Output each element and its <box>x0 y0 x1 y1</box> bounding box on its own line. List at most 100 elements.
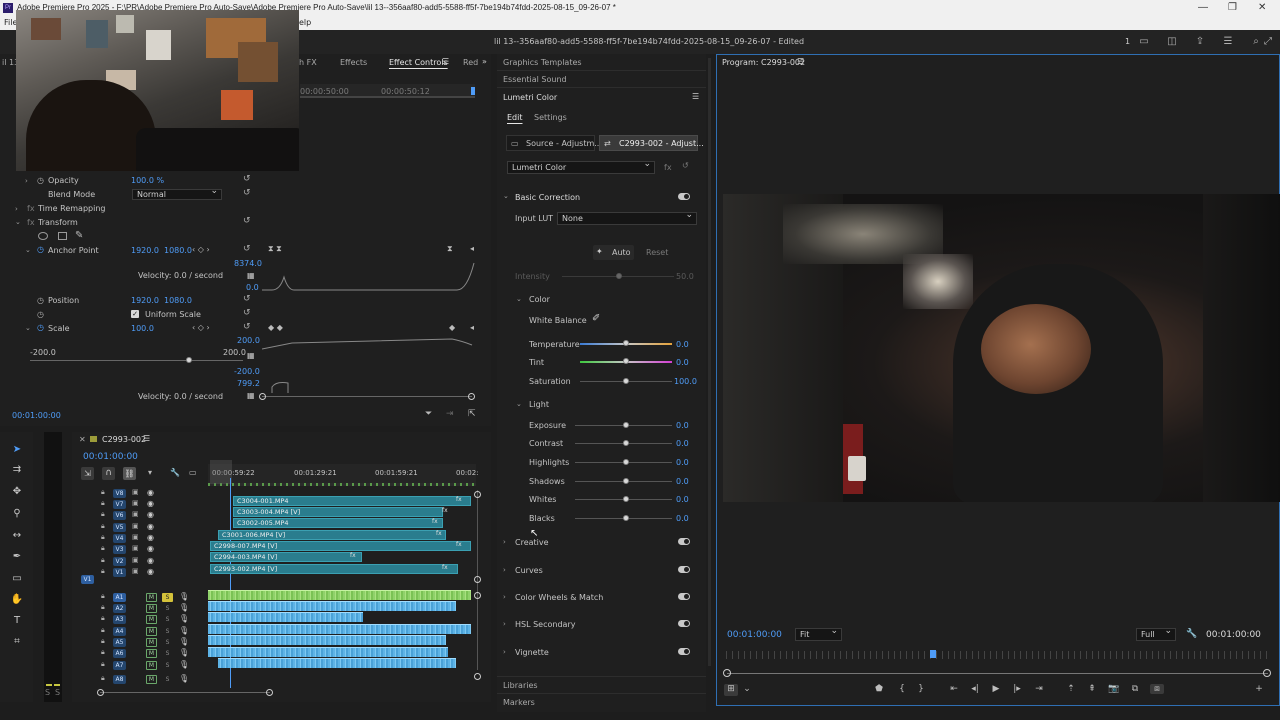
sync-lock-icon[interactable]: ▣ <box>132 510 139 518</box>
video-track-label[interactable]: V3 <box>113 545 126 554</box>
tab-lumetri-settings[interactable]: Settings <box>534 113 567 122</box>
comparison-view-icon[interactable]: ⧉ <box>1128 684 1142 694</box>
opacity-expand-icon[interactable]: › <box>25 177 28 185</box>
hscroll-handle-right[interactable] <box>266 689 273 696</box>
solo-left-icon[interactable]: S <box>45 688 50 697</box>
vignette-label[interactable]: Vignette <box>515 648 549 657</box>
anchor-reset-icon[interactable]: ↺ <box>243 244 251 254</box>
track-lock-icon[interactable]: 🔒︎ <box>101 567 105 576</box>
scale-reset-icon[interactable]: ↺ <box>243 322 251 332</box>
ec-current-time[interactable]: 00:01:00:00 <box>12 411 61 420</box>
menu-help[interactable]: elp <box>299 18 311 27</box>
lumetri-reset-icon[interactable]: ↺ <box>682 161 689 170</box>
audio-clip-a1[interactable] <box>208 590 471 600</box>
mute-track-button[interactable]: M <box>146 593 157 602</box>
proxy-toggle-icon[interactable]: ⧈ <box>1150 684 1164 694</box>
scale-value-graph[interactable] <box>262 335 476 395</box>
lumetri-title[interactable]: Lumetri Color <box>503 93 557 102</box>
shadows-value[interactable]: 0.0 <box>676 477 689 486</box>
voiceover-mic-icon[interactable]: 🎙︎ <box>179 592 189 601</box>
curves-expand-icon[interactable]: › <box>503 566 506 574</box>
auto-button[interactable]: ✦ Auto <box>593 245 634 260</box>
blend-mode-select[interactable]: Normal <box>132 187 222 200</box>
audio-track-label[interactable]: A7 <box>113 661 126 670</box>
eye-icon[interactable]: ◉ <box>147 556 154 565</box>
tab-libraries[interactable]: Libraries <box>503 681 538 690</box>
video-track-label[interactable]: V7 <box>113 500 126 509</box>
tab-effects[interactable]: Effects <box>340 58 367 67</box>
exposure-value[interactable]: 0.0 <box>676 421 689 430</box>
tab-markers[interactable]: Markers <box>503 698 535 707</box>
anchor-x-value[interactable]: 1920.0 <box>131 246 159 255</box>
voiceover-mic-icon[interactable]: 🎙︎ <box>179 637 189 646</box>
solo-track-button[interactable]: S <box>162 675 173 684</box>
solo-track-button[interactable]: S <box>162 649 173 658</box>
scale-slider-knob[interactable] <box>186 357 192 363</box>
scale-graph-icon[interactable]: ▦ <box>247 351 255 360</box>
timeline-horizontal-scroll-track[interactable] <box>100 692 270 693</box>
go-to-in-icon[interactable]: ⇤ <box>947 684 961 694</box>
lumetri-effect-select[interactable]: Lumetri Color <box>507 159 655 174</box>
captions-icon[interactable]: ▭ <box>189 468 197 477</box>
basic-correction-label[interactable]: Basic Correction <box>515 193 580 202</box>
linked-select-icon[interactable]: ⛓ <box>123 467 136 480</box>
ec-zoom-start-handle[interactable] <box>259 393 266 400</box>
scale-graph-icon-2[interactable]: ▦ <box>247 391 255 400</box>
temperature-knob[interactable] <box>623 340 629 346</box>
audio-clip-a4[interactable] <box>208 624 471 634</box>
close-sequence-icon[interactable]: ✕ <box>79 435 86 444</box>
minimize-icon[interactable]: — <box>1198 2 1208 13</box>
anchor-collapse-icon[interactable]: ⌄ <box>25 246 31 254</box>
track-lock-icon[interactable]: 🔒︎ <box>101 637 105 646</box>
position-reset-icon[interactable]: ↺ <box>243 294 251 304</box>
tab-lumetri-fx[interactable]: h FX <box>299 58 317 67</box>
creative-label[interactable]: Creative <box>515 538 549 547</box>
clip-c3002-005[interactable]: C3002-005.MP4 <box>233 518 443 528</box>
transform-reset-icon[interactable]: ↺ <box>243 216 251 226</box>
ec-zoom-end-handle[interactable] <box>468 393 475 400</box>
program-time-ruler[interactable] <box>726 651 1271 659</box>
keyframe-diamond-icon[interactable]: ◂ <box>470 244 474 253</box>
step-back-icon[interactable]: ◂| <box>968 684 982 694</box>
restore-icon[interactable]: ❐ <box>1228 2 1237 13</box>
button-editor-icon[interactable]: + <box>1252 684 1266 694</box>
audio-track-label[interactable]: A4 <box>113 627 126 636</box>
voiceover-mic-icon[interactable]: 🎙︎ <box>179 603 189 612</box>
uniform-reset-icon[interactable]: ↺ <box>243 308 251 318</box>
sequence-menu-icon[interactable]: ☰ <box>143 434 150 443</box>
vscroll-handle-top[interactable] <box>474 491 481 498</box>
vignette-toggle[interactable] <box>678 648 690 655</box>
razor-tool-icon[interactable]: ⚲ <box>9 506 25 522</box>
solo-track-button[interactable]: S <box>162 638 173 647</box>
filter-icon[interactable]: ⏷ <box>425 409 432 419</box>
track-select-tool-icon[interactable]: ⇉ <box>9 462 25 478</box>
lumetri-scrollbar[interactable] <box>708 58 711 666</box>
track-lock-icon[interactable]: 🔒︎ <box>101 533 105 542</box>
contrast-knob[interactable] <box>623 440 629 446</box>
close-icon[interactable]: ✕ <box>1258 2 1266 13</box>
clip-c3001-006[interactable]: C3001-006.MP4 [V] <box>218 530 446 540</box>
voiceover-mic-icon[interactable]: 🎙︎ <box>179 614 189 623</box>
video-track-label[interactable]: V1 <box>113 568 126 577</box>
eyedropper-icon[interactable]: ✐ <box>592 313 600 324</box>
highlights-value[interactable]: 0.0 <box>676 458 689 467</box>
track-lock-icon[interactable]: 🔒︎ <box>101 674 105 683</box>
shadows-knob[interactable] <box>623 478 629 484</box>
source-patch-v1[interactable]: V1 <box>81 575 94 584</box>
voiceover-mic-icon[interactable]: 🎙︎ <box>179 626 189 635</box>
color-section-label[interactable]: Color <box>529 295 550 304</box>
clip-c2993-002[interactable]: C2993-002.MP4 [V] <box>210 564 458 574</box>
track-lock-icon[interactable]: 🔒︎ <box>101 603 105 612</box>
mute-track-button[interactable]: M <box>146 638 157 647</box>
tab-essential-sound[interactable]: Essential Sound <box>503 75 567 84</box>
input-lut-select[interactable]: None <box>557 210 697 225</box>
timeline-timecode[interactable]: 00:01:00:00 <box>83 452 138 462</box>
grid-view-icon[interactable]: ⊞ <box>724 684 738 696</box>
opacity-reset-icon[interactable]: ↺ <box>243 174 251 184</box>
step-forward-icon[interactable]: |▸ <box>1010 684 1024 694</box>
voiceover-mic-icon[interactable]: 🎙︎ <box>179 674 189 683</box>
color-wheels-expand-icon[interactable]: › <box>503 593 506 601</box>
basic-correction-collapse-icon[interactable]: ⌄ <box>503 192 509 200</box>
solo-right-icon[interactable]: S <box>55 688 60 697</box>
ec-playhead[interactable] <box>471 87 475 95</box>
